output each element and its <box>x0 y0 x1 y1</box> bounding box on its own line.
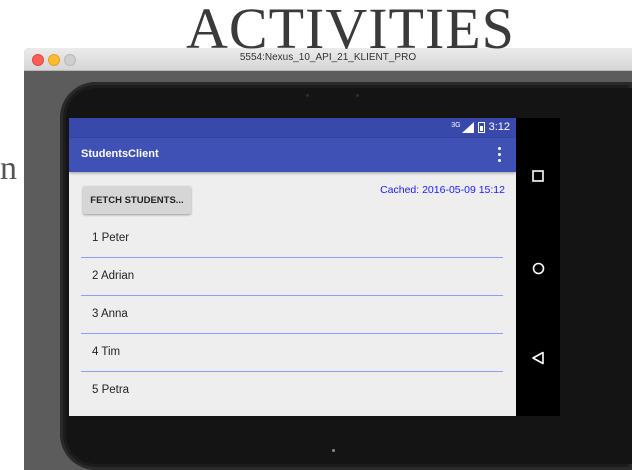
recents-icon[interactable] <box>516 156 560 196</box>
list-item[interactable]: 2 Adrian <box>81 258 503 296</box>
student-list: 1 Peter 2 Adrian 3 Anna 4 Tim 5 Petra <box>81 220 503 409</box>
signal-icon <box>461 121 474 133</box>
navigation-bar <box>516 118 560 416</box>
home-icon[interactable] <box>516 248 560 288</box>
network-type-label: 3G <box>451 121 461 129</box>
list-item-label: 2 Adrian <box>92 270 135 282</box>
device-screen: 3G 3:12 StudentsClient FETCH STUDENTS...… <box>69 118 516 416</box>
list-item-label: 5 Petra <box>92 384 130 396</box>
cached-timestamp: Cached: 2016-05-09 15:12 <box>380 184 505 196</box>
list-item-label: 4 Tim <box>92 346 121 358</box>
app-title: StudentsClient <box>81 148 159 160</box>
slide-title: ACTIVITIES <box>186 0 515 61</box>
status-bar: 3G 3:12 <box>69 118 516 138</box>
more-vert-icon[interactable] <box>498 147 502 163</box>
camera-dot <box>356 94 359 97</box>
slide-left-text-fragment: n <box>0 150 17 187</box>
battery-icon <box>477 121 485 133</box>
list-item-label: 3 Anna <box>92 308 128 320</box>
list-item[interactable]: 1 Peter <box>81 220 503 258</box>
list-item[interactable]: 3 Anna <box>81 296 503 334</box>
list-item-label: 1 Peter <box>92 232 130 244</box>
back-icon[interactable] <box>516 338 560 378</box>
list-item[interactable]: 4 Tim <box>81 334 503 372</box>
list-item[interactable]: 5 Petra <box>81 372 503 409</box>
app-bar: StudentsClient <box>69 138 516 172</box>
fetch-students-button[interactable]: FETCH STUDENTS... <box>83 186 191 214</box>
status-time: 3:12 <box>488 121 510 133</box>
sensor-dot <box>306 94 309 97</box>
home-indicator-dot <box>332 449 335 452</box>
